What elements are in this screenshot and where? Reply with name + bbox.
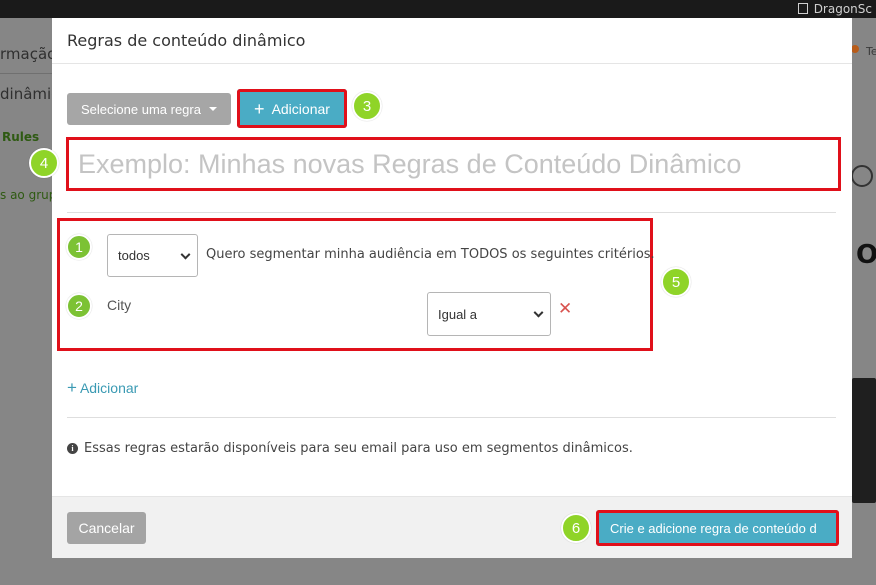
cancel-button[interactable]: Cancelar xyxy=(67,512,146,544)
step-badge-5: 5 xyxy=(661,267,691,297)
info-icon: i xyxy=(67,443,78,454)
plus-icon: + xyxy=(67,378,77,397)
dynamic-content-rules-modal: Regras de conteúdo dinâmico Selecione um… xyxy=(52,18,852,558)
background-divider xyxy=(0,73,60,74)
add-rule-button[interactable]: + Adicionar xyxy=(237,89,347,128)
chevron-down-icon xyxy=(533,307,544,318)
rule-name-highlight xyxy=(66,137,841,191)
remove-condition-icon[interactable]: ✕ xyxy=(558,301,572,318)
rule-name-input[interactable] xyxy=(72,143,835,185)
plus-icon: + xyxy=(254,98,265,119)
building-icon xyxy=(797,3,808,14)
select-rule-dropdown[interactable]: Selecione uma regra xyxy=(67,93,231,125)
match-type-value: todos xyxy=(118,248,150,263)
select-rule-label: Selecione uma regra xyxy=(81,101,201,117)
step-badge-1: 1 xyxy=(66,234,92,260)
add-condition-link[interactable]: + Adicionar xyxy=(67,378,138,398)
background-text: s ao grup xyxy=(0,188,57,202)
step-badge-2: 2 xyxy=(66,293,92,319)
step-badge-6: 6 xyxy=(561,513,591,543)
background-left-panel xyxy=(0,18,60,585)
operator-value: Igual a xyxy=(438,306,478,322)
info-text: Essas regras estarão disponíveis para se… xyxy=(84,441,633,456)
divider xyxy=(67,212,836,213)
condition-field-label: City xyxy=(107,297,132,313)
background-text: rmação xyxy=(0,45,57,63)
criteria-description: Quero segmentar minha audiência em TODOS… xyxy=(206,247,655,262)
background-text: Te xyxy=(866,45,876,58)
operator-select[interactable]: Igual a xyxy=(427,292,551,336)
background-text: OL xyxy=(856,240,876,270)
background-text: Rules xyxy=(2,130,40,144)
background-dot-icon xyxy=(851,45,859,53)
background-ring-icon xyxy=(851,165,873,187)
add-rule-label: Adicionar xyxy=(271,100,330,117)
top-bar: DragonSc xyxy=(0,0,876,18)
match-type-select[interactable]: todos xyxy=(107,234,198,277)
divider xyxy=(67,417,836,418)
create-and-add-rule-button[interactable]: Crie e adicione regra de conteúdo d xyxy=(596,510,839,546)
step-badge-3: 3 xyxy=(352,91,382,121)
caret-down-icon xyxy=(208,107,217,111)
modal-title: Regras de conteúdo dinâmico xyxy=(67,31,306,50)
background-card xyxy=(852,378,876,503)
modal-header: Regras de conteúdo dinâmico xyxy=(52,18,852,64)
brand-label: DragonSc xyxy=(797,0,876,18)
add-condition-label: Adicionar xyxy=(79,380,139,396)
step-badge-4: 4 xyxy=(29,148,59,178)
info-message: i Essas regras estarão disponíveis para … xyxy=(67,441,633,456)
chevron-down-icon xyxy=(180,249,191,260)
